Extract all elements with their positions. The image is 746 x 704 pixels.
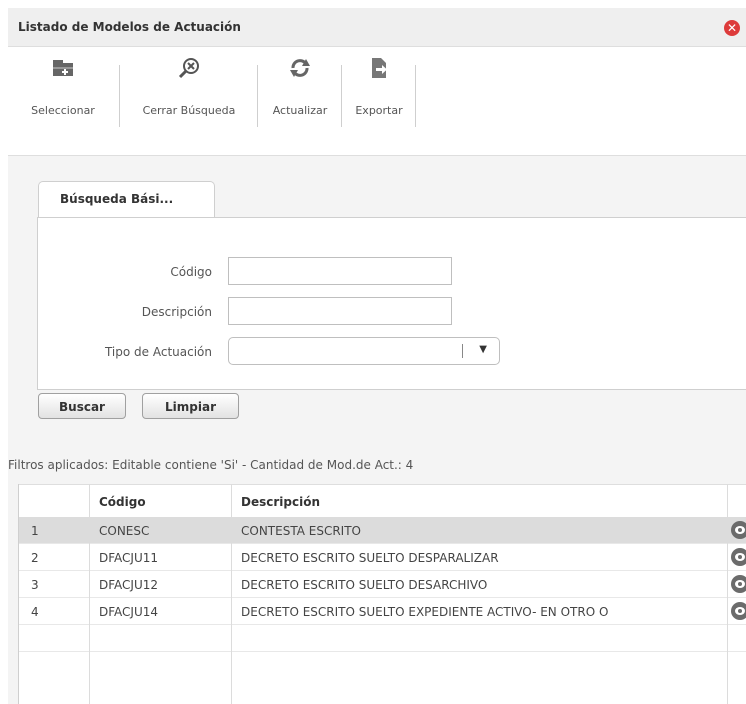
- tab-busqueda-basica[interactable]: Búsqueda Bási...: [38, 181, 215, 219]
- eye-icon[interactable]: [731, 575, 746, 593]
- eye-icon[interactable]: [731, 602, 746, 620]
- refresh-icon: [288, 57, 312, 79]
- modal-window: Listado de Modelos de Actuación Seleccio…: [8, 8, 746, 704]
- eye-icon[interactable]: [731, 548, 746, 566]
- close-search-label: Cerrar Búsqueda: [142, 104, 236, 117]
- row-codigo: DFACJU12: [99, 578, 159, 592]
- dropdown-arrow-icon: ▼: [479, 344, 487, 355]
- empty-row: [19, 625, 746, 652]
- header-descripcion[interactable]: Descripción: [241, 495, 320, 509]
- title-bar: Listado de Modelos de Actuación: [8, 8, 746, 47]
- row-descripcion: DECRETO ESCRITO SUELTO DESPARALIZAR: [241, 551, 499, 565]
- export-label: Exportar: [355, 104, 403, 117]
- eye-icon[interactable]: [731, 521, 746, 539]
- limpiar-button[interactable]: Limpiar: [142, 393, 239, 419]
- select-divider: [462, 344, 463, 358]
- table-row[interactable]: 2 DFACJU11 DECRETO ESCRITO SUELTO DESPAR…: [19, 544, 746, 571]
- toolbar-separator: [415, 65, 416, 127]
- toolbar-separator: [119, 65, 120, 127]
- table-row[interactable]: 4 DFACJU14 DECRETO ESCRITO SUELTO EXPEDI…: [19, 598, 746, 625]
- left-gutter: [0, 0, 8, 704]
- row-descripcion: CONTESTA ESCRITO: [241, 524, 361, 538]
- header-codigo[interactable]: Código: [99, 495, 146, 509]
- toolbar-separator: [257, 65, 258, 127]
- close-search-button[interactable]: Cerrar Búsqueda: [122, 47, 256, 127]
- table-row[interactable]: 1 CONESC CONTESTA ESCRITO: [19, 517, 746, 544]
- search-close-icon: [177, 57, 201, 79]
- column-divider: [89, 484, 90, 704]
- export-icon: [367, 57, 391, 79]
- close-icon[interactable]: ✕: [724, 20, 740, 36]
- refresh-button[interactable]: Actualizar: [260, 47, 340, 127]
- row-codigo: DFACJU14: [99, 605, 159, 619]
- buscar-button[interactable]: Buscar: [38, 393, 126, 419]
- applied-filters-text: Filtros aplicados: Editable contiene 'Si…: [8, 458, 414, 472]
- tipo-actuacion-label: Tipo de Actuación: [104, 345, 212, 359]
- codigo-input[interactable]: [228, 257, 452, 285]
- row-number: 4: [31, 605, 39, 619]
- row-descripcion: DECRETO ESCRITO SUELTO DESARCHIVO: [241, 578, 488, 592]
- tipo-actuacion-select[interactable]: ▼: [228, 337, 500, 365]
- search-panel: Código Descripción Tipo de Actuación ▼: [37, 217, 746, 390]
- codigo-label: Código: [170, 265, 212, 279]
- descripcion-label: Descripción: [141, 305, 212, 319]
- row-number: 1: [31, 524, 39, 538]
- window-title: Listado de Modelos de Actuación: [18, 20, 241, 34]
- descripcion-input[interactable]: [228, 297, 452, 325]
- tab-label: Búsqueda Bási...: [60, 192, 174, 206]
- row-codigo: CONESC: [99, 524, 150, 538]
- row-number: 3: [31, 578, 39, 592]
- row-number: 2: [31, 551, 39, 565]
- row-codigo: DFACJU11: [99, 551, 159, 565]
- table-row[interactable]: 3 DFACJU12 DECRETO ESCRITO SUELTO DESARC…: [19, 571, 746, 598]
- row-descripcion: DECRETO ESCRITO SUELTO EXPEDIENTE ACTIVO…: [241, 605, 609, 619]
- select-button[interactable]: Seleccionar: [8, 47, 118, 127]
- column-divider: [231, 484, 232, 704]
- results-table: Código Descripción 1 CONESC CONTESTA ESC…: [18, 484, 746, 704]
- folder-add-icon: [51, 57, 75, 79]
- refresh-label: Actualizar: [272, 104, 328, 117]
- table-header: Código Descripción: [19, 484, 746, 518]
- toolbar: Seleccionar Cerrar Búsqueda Actualizar E…: [8, 47, 746, 156]
- column-divider: [727, 484, 728, 704]
- toolbar-separator: [341, 65, 342, 127]
- select-label: Seleccionar: [31, 104, 95, 117]
- export-button[interactable]: Exportar: [344, 47, 414, 127]
